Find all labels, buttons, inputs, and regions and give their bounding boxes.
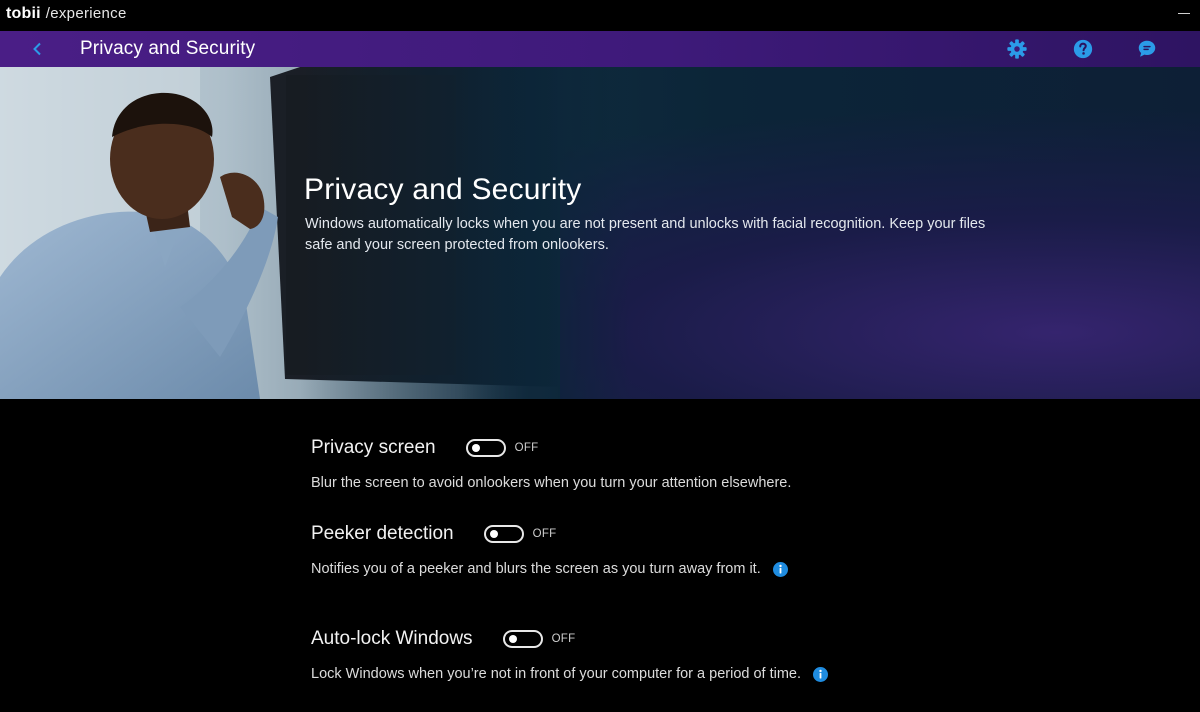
- feedback-button[interactable]: [1135, 37, 1159, 61]
- setting-peeker-detection: Peeker detection OFF Notifies you of a p…: [311, 521, 788, 577]
- setting-header: Auto-lock Windows OFF: [311, 626, 828, 652]
- setting-label: Auto-lock Windows: [311, 628, 473, 649]
- toggle-state: OFF: [514, 442, 539, 454]
- gear-icon: [1007, 39, 1027, 59]
- help-button[interactable]: [1071, 37, 1095, 61]
- setting-header: Privacy screen OFF: [311, 435, 791, 461]
- setting-description-row: Lock Windows when you’re not in front of…: [311, 666, 829, 682]
- setting-label: Privacy screen: [311, 437, 436, 458]
- toggle-knob: [489, 530, 498, 538]
- setting-privacy-screen: Privacy screen OFF Blur the screen to av…: [311, 435, 791, 491]
- toggle-knob: [471, 444, 480, 452]
- setting-description: Lock Windows when you’re not in front of…: [311, 666, 802, 682]
- brand-subtitle: /experience: [45, 5, 127, 22]
- brand-logo: tobii: [6, 5, 41, 22]
- minimize-button[interactable]: [1178, 13, 1190, 14]
- settings-button[interactable]: [1005, 37, 1029, 61]
- setting-auto-lock: Auto-lock Windows OFF Lock Windows when …: [311, 626, 829, 682]
- back-button[interactable]: [26, 37, 50, 61]
- peeker-detection-toggle[interactable]: [483, 525, 524, 543]
- hero-description: Windows automatically locks when you are…: [305, 216, 986, 253]
- info-button[interactable]: [813, 666, 829, 682]
- auto-lock-toggle[interactable]: [502, 630, 543, 648]
- app-brand: tobii /experience: [6, 5, 127, 23]
- info-icon: [779, 564, 782, 573]
- setting-description: Notifies you of a peeker and blurs the s…: [311, 561, 761, 577]
- setting-description-row: Blur the screen to avoid onlookers when …: [311, 475, 791, 491]
- hero-banner: Privacy and Security Windows automatical…: [0, 67, 1200, 399]
- info-icon: [819, 669, 822, 678]
- setting-label: Peeker detection: [311, 523, 454, 544]
- setting-header: Peeker detection OFF: [311, 521, 788, 547]
- privacy-screen-toggle[interactable]: [465, 439, 506, 457]
- chat-icon: [1138, 40, 1156, 57]
- page-title: Privacy and Security: [80, 38, 256, 59]
- hero-title: Privacy and Security: [304, 173, 582, 206]
- setting-description: Blur the screen to avoid onlookers when …: [311, 475, 792, 491]
- window-titlebar: tobii /experience: [0, 0, 1200, 31]
- toggle-state: OFF: [551, 633, 576, 645]
- back-icon: [33, 42, 41, 56]
- toggle-knob: [508, 635, 517, 643]
- header-bar: Privacy and Security: [0, 31, 1200, 67]
- setting-description-row: Notifies you of a peeker and blurs the s…: [311, 561, 788, 577]
- info-button[interactable]: [772, 561, 788, 577]
- toggle-state: OFF: [532, 528, 557, 540]
- help-icon: [1073, 39, 1093, 59]
